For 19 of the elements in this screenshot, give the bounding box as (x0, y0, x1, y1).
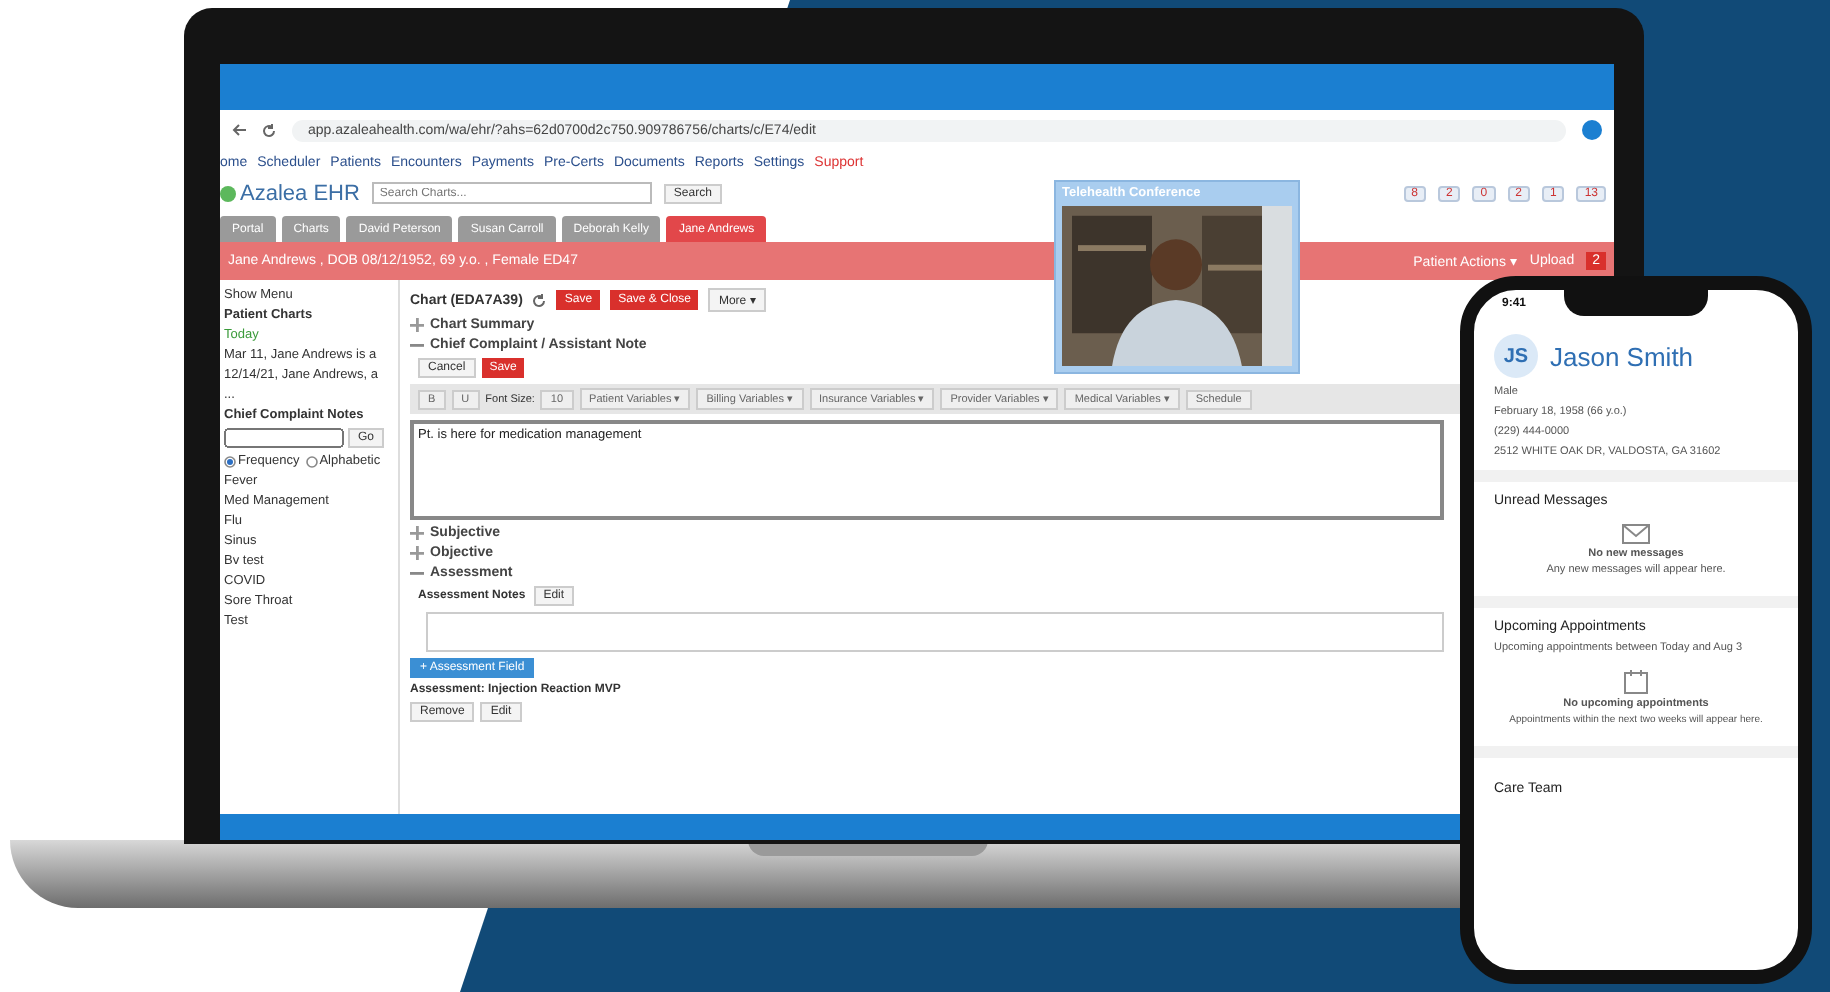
assessment-notes-field[interactable] (426, 612, 1444, 652)
phone-notch (1564, 290, 1708, 316)
reload-icon[interactable] (532, 293, 547, 307)
back-icon[interactable] (232, 124, 246, 136)
notes-search-field[interactable] (224, 428, 344, 448)
avatar: JS (1494, 334, 1538, 378)
minus-icon[interactable] (410, 566, 424, 580)
app-logo: Azalea EHR (220, 181, 360, 205)
radio-button[interactable] (305, 455, 318, 467)
calendar-icon (1624, 670, 1648, 694)
profile-icon[interactable] (1582, 120, 1602, 140)
patient-name: Jason Smith (1550, 341, 1694, 371)
plus-icon[interactable] (410, 318, 424, 332)
radio-button[interactable] (224, 455, 236, 467)
envelope-icon (1622, 524, 1650, 544)
minus-icon[interactable] (410, 338, 424, 352)
reload-icon[interactable] (262, 123, 276, 137)
plus-icon[interactable] (410, 526, 424, 540)
plus-icon[interactable] (410, 546, 424, 560)
